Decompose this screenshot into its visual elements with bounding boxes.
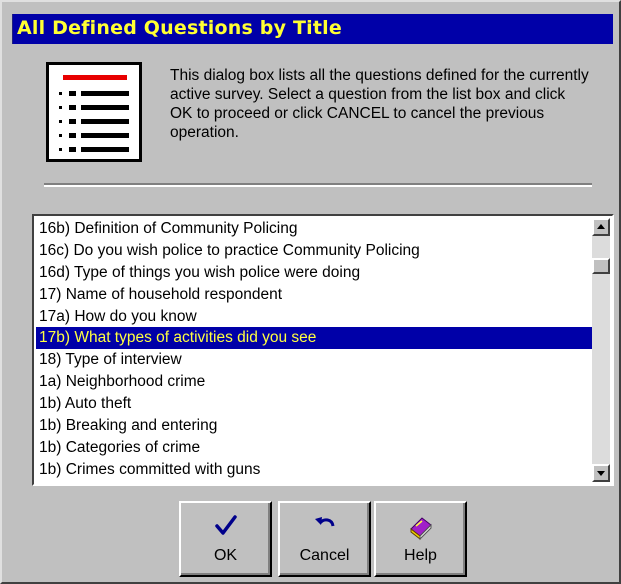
vertical-scrollbar[interactable] xyxy=(592,218,610,482)
ok-label: OK xyxy=(213,547,238,564)
cancel-label: Cancel xyxy=(299,547,350,564)
scroll-down-arrow-icon[interactable] xyxy=(592,464,610,482)
dialog-description: This dialog box lists all the questions … xyxy=(170,67,589,141)
list-item[interactable]: 1b) Auto theft xyxy=(36,393,592,415)
list-item[interactable]: 16d) Type of things you wish police were… xyxy=(36,262,592,284)
questions-dialog: All Defined Questions by Title This dial… xyxy=(0,0,621,584)
dialog-title: All Defined Questions by Title xyxy=(17,17,342,39)
list-item[interactable]: 18) Type of interview xyxy=(36,349,592,371)
list-item[interactable]: 1a) Neighborhood crime xyxy=(36,371,592,393)
checkmark-icon xyxy=(214,515,237,535)
document-list-icon xyxy=(46,62,142,162)
list-item[interactable]: 17a) How do you know xyxy=(36,306,592,328)
list-item[interactable]: 1b) Crimes committed with guns xyxy=(36,459,592,481)
questions-listbox[interactable]: 16b) Definition of Community Policing 16c… xyxy=(32,214,614,486)
list-item[interactable]: 17b) What types of activities did you se… xyxy=(36,327,592,350)
undo-arrow-icon xyxy=(314,517,334,527)
scroll-thumb[interactable] xyxy=(592,258,610,274)
list-item[interactable]: 16c) Do you wish police to practice Comm… xyxy=(36,240,592,262)
list-item[interactable]: 1b) Categories of crime xyxy=(36,437,592,459)
help-button[interactable]: Help xyxy=(374,501,467,577)
list-item[interactable]: 17) Name of household respondent xyxy=(36,284,592,306)
cancel-button[interactable]: Cancel xyxy=(278,501,371,577)
ok-button[interactable]: OK xyxy=(179,501,272,577)
separator xyxy=(44,183,592,187)
questions-list[interactable]: 16b) Definition of Community Policing 16c… xyxy=(36,218,592,482)
title-bar[interactable]: All Defined Questions by Title xyxy=(12,14,613,44)
list-item[interactable]: 1b) Breaking and entering xyxy=(36,415,592,437)
list-item[interactable]: 16b) Definition of Community Policing xyxy=(36,218,592,240)
book-icon xyxy=(409,517,432,541)
scroll-up-arrow-icon[interactable] xyxy=(592,218,610,236)
help-label: Help xyxy=(404,547,437,564)
